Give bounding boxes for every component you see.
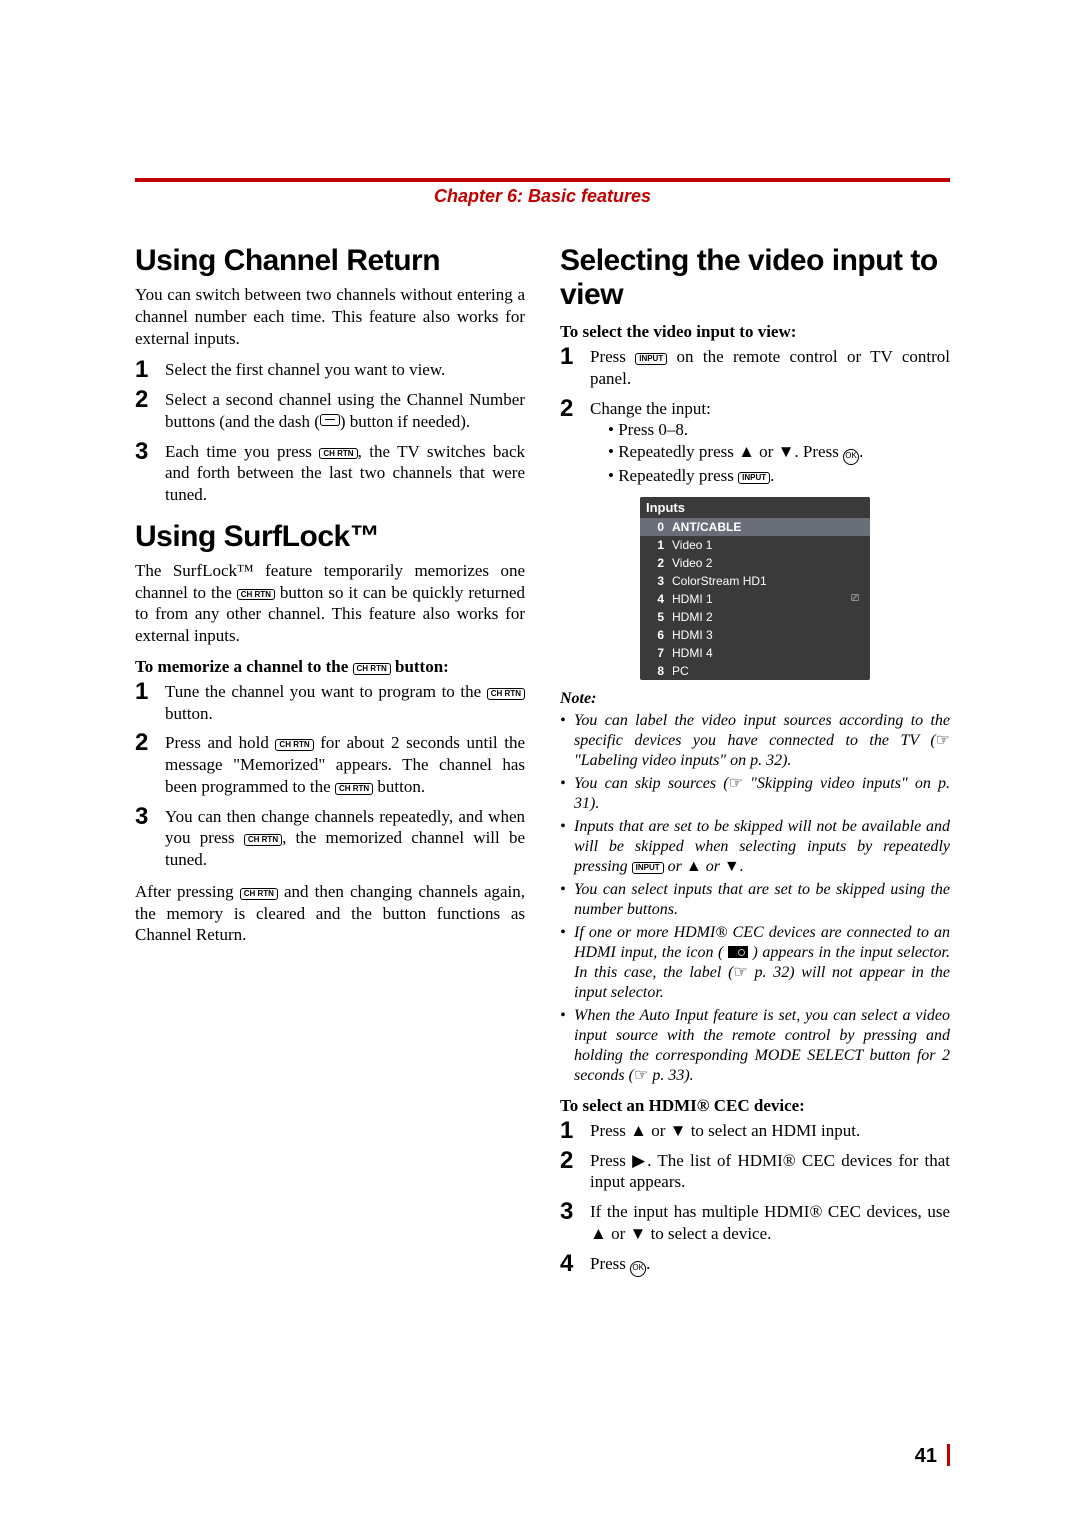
pointer-icon: ☞: [936, 732, 950, 749]
inputs-row-number: 7: [654, 646, 664, 660]
inputs-panel-row: 1 Video 1: [640, 536, 870, 554]
para-channel-return: You can switch between two channels with…: [135, 284, 525, 349]
lead-memorize: To memorize a channel to the CH RTN butt…: [135, 657, 525, 677]
inputs-panel-row: 6 HDMI 3: [640, 626, 870, 644]
inputs-panel-row: 5 HDMI 2: [640, 608, 870, 626]
lead-select-cec: To select an HDMI® CEC device:: [560, 1096, 950, 1116]
inputs-row-label: ANT/CABLE: [672, 520, 840, 534]
inputs-panel-rows: 0 ANT/CABLE 1 Video 1 2 Video 2 3 ColorStream H…: [640, 518, 870, 680]
step: Press ▲ or ▼ to select an HDMI input.: [560, 1120, 950, 1142]
notes-list: You can label the video input sources ac…: [560, 711, 950, 1086]
inputs-panel-row: 0 ANT/CABLE: [640, 518, 870, 536]
input-button-icon: INPUT: [635, 353, 667, 365]
steps-select-input: Press INPUT on the remote control or TV …: [560, 346, 950, 487]
page-number: 41: [915, 1444, 950, 1468]
right-column: Selecting the video input to view To sel…: [560, 230, 950, 1287]
chrtn-button-icon: CH RTN: [237, 589, 275, 601]
page: Chapter 6: Basic features Using Channel …: [0, 0, 1080, 1528]
inputs-panel-row: 3 ColorStream HD1: [640, 572, 870, 590]
chrtn-button-icon: CH RTN: [244, 834, 282, 846]
step: Select the first channel you want to vie…: [135, 359, 525, 381]
inputs-panel-row: 7 HDMI 4: [640, 644, 870, 662]
sub-bullet: • Repeatedly press ▲ or ▼. Press OK.: [608, 441, 950, 465]
para-after-pressing: After pressing CH RTN and then changing …: [135, 881, 525, 946]
input-button-icon: INPUT: [632, 862, 664, 874]
sub-bullet: • Repeatedly press INPUT.: [608, 465, 950, 487]
inputs-row-label: PC: [672, 664, 840, 678]
inputs-row-label: HDMI 2: [672, 610, 840, 624]
inputs-row-number: 1: [654, 538, 664, 552]
chrtn-button-icon: CH RTN: [240, 888, 278, 900]
heading-selecting-input: Selecting the video input to view: [560, 244, 950, 312]
inputs-row-label: HDMI 1: [672, 592, 840, 606]
left-column: Using Channel Return You can switch betw…: [135, 230, 525, 1287]
para-surflock: The SurfLock™ feature temporarily memori…: [135, 560, 525, 647]
step: Press ▶. The list of HDMI® CEC devices f…: [560, 1150, 950, 1194]
heading-surflock: Using SurfLock™: [135, 520, 525, 554]
inputs-panel: Inputs 0 ANT/CABLE 1 Video 1 2 Video 2 3 ColorS…: [640, 497, 870, 680]
sub-bullet: • Press 0–8.: [608, 419, 950, 441]
step: If the input has multiple HDMI® CEC devi…: [560, 1201, 950, 1245]
inputs-row-number: 8: [654, 664, 664, 678]
chrtn-button-icon: CH RTN: [319, 448, 357, 460]
chapter-header: Chapter 6: Basic features: [135, 178, 950, 207]
steps-surflock: Tune the channel you want to program to …: [135, 681, 525, 871]
step: Change the input: • Press 0–8. • Repeate…: [560, 398, 950, 487]
pointer-icon: ☞: [729, 775, 743, 792]
columns: Using Channel Return You can switch betw…: [135, 230, 950, 1287]
inputs-row-label: HDMI 3: [672, 628, 840, 642]
chrtn-button-icon: CH RTN: [335, 783, 373, 795]
step: Press and hold CH RTN for about 2 second…: [135, 732, 525, 797]
inputs-row-label: ColorStream HD1: [672, 574, 840, 588]
inputs-row-number: 2: [654, 556, 664, 570]
inputs-row-number: 5: [654, 610, 664, 624]
lead-select-input: To select the video input to view:: [560, 322, 950, 342]
step: You can then change channels repeatedly,…: [135, 806, 525, 871]
chrtn-button-icon: CH RTN: [353, 663, 391, 675]
inputs-row-number: 3: [654, 574, 664, 588]
ok-button-icon: OK: [843, 449, 859, 465]
pointer-icon: ☞: [733, 964, 747, 981]
inputs-row-label: Video 1: [672, 538, 840, 552]
note-item: You can select inputs that are set to be…: [560, 880, 950, 920]
note-heading: Note:: [560, 690, 950, 708]
chapter-title: Chapter 6: Basic features: [434, 186, 651, 206]
inputs-row-number: 6: [654, 628, 664, 642]
step: Select a second channel using the Channe…: [135, 389, 525, 433]
inputs-row-label: Video 2: [672, 556, 840, 570]
step: Each time you press CH RTN, the TV switc…: [135, 441, 525, 506]
sub-bullets: • Press 0–8. • Repeatedly press ▲ or ▼. …: [608, 419, 950, 487]
step: Tune the channel you want to program to …: [135, 681, 525, 725]
step: Press OK.: [560, 1253, 950, 1277]
inputs-row-icon: ⎚: [848, 593, 862, 604]
ok-button-icon: OK: [630, 1261, 646, 1277]
dash-button-icon: [320, 414, 340, 426]
input-button-icon: INPUT: [738, 472, 770, 484]
pointer-icon: ☞: [634, 1067, 648, 1084]
steps-cec: Press ▲ or ▼ to select an HDMI input. Pr…: [560, 1120, 950, 1277]
note-item: When the Auto Input feature is set, you …: [560, 1006, 950, 1086]
inputs-panel-row: 8 PC: [640, 662, 870, 680]
inputs-row-number: 0: [654, 520, 664, 534]
inputs-panel-row: 4 HDMI 1 ⎚: [640, 590, 870, 608]
note-item: You can skip sources (☞ "Skipping video …: [560, 774, 950, 814]
inputs-row-number: 4: [654, 592, 664, 606]
inputs-panel-title: Inputs: [640, 497, 870, 518]
inputs-row-label: HDMI 4: [672, 646, 840, 660]
note-item: Inputs that are set to be skipped will n…: [560, 817, 950, 877]
step: Press INPUT on the remote control or TV …: [560, 346, 950, 390]
note-item: If one or more HDMI® CEC devices are con…: [560, 923, 950, 1003]
inputs-panel-row: 2 Video 2: [640, 554, 870, 572]
chrtn-button-icon: CH RTN: [487, 688, 525, 700]
page-number-bar: [947, 1444, 950, 1466]
cec-icon: [728, 946, 748, 958]
steps-channel-return: Select the first channel you want to vie…: [135, 359, 525, 506]
chrtn-button-icon: CH RTN: [275, 739, 313, 751]
heading-channel-return: Using Channel Return: [135, 244, 525, 278]
note-item: You can label the video input sources ac…: [560, 711, 950, 771]
